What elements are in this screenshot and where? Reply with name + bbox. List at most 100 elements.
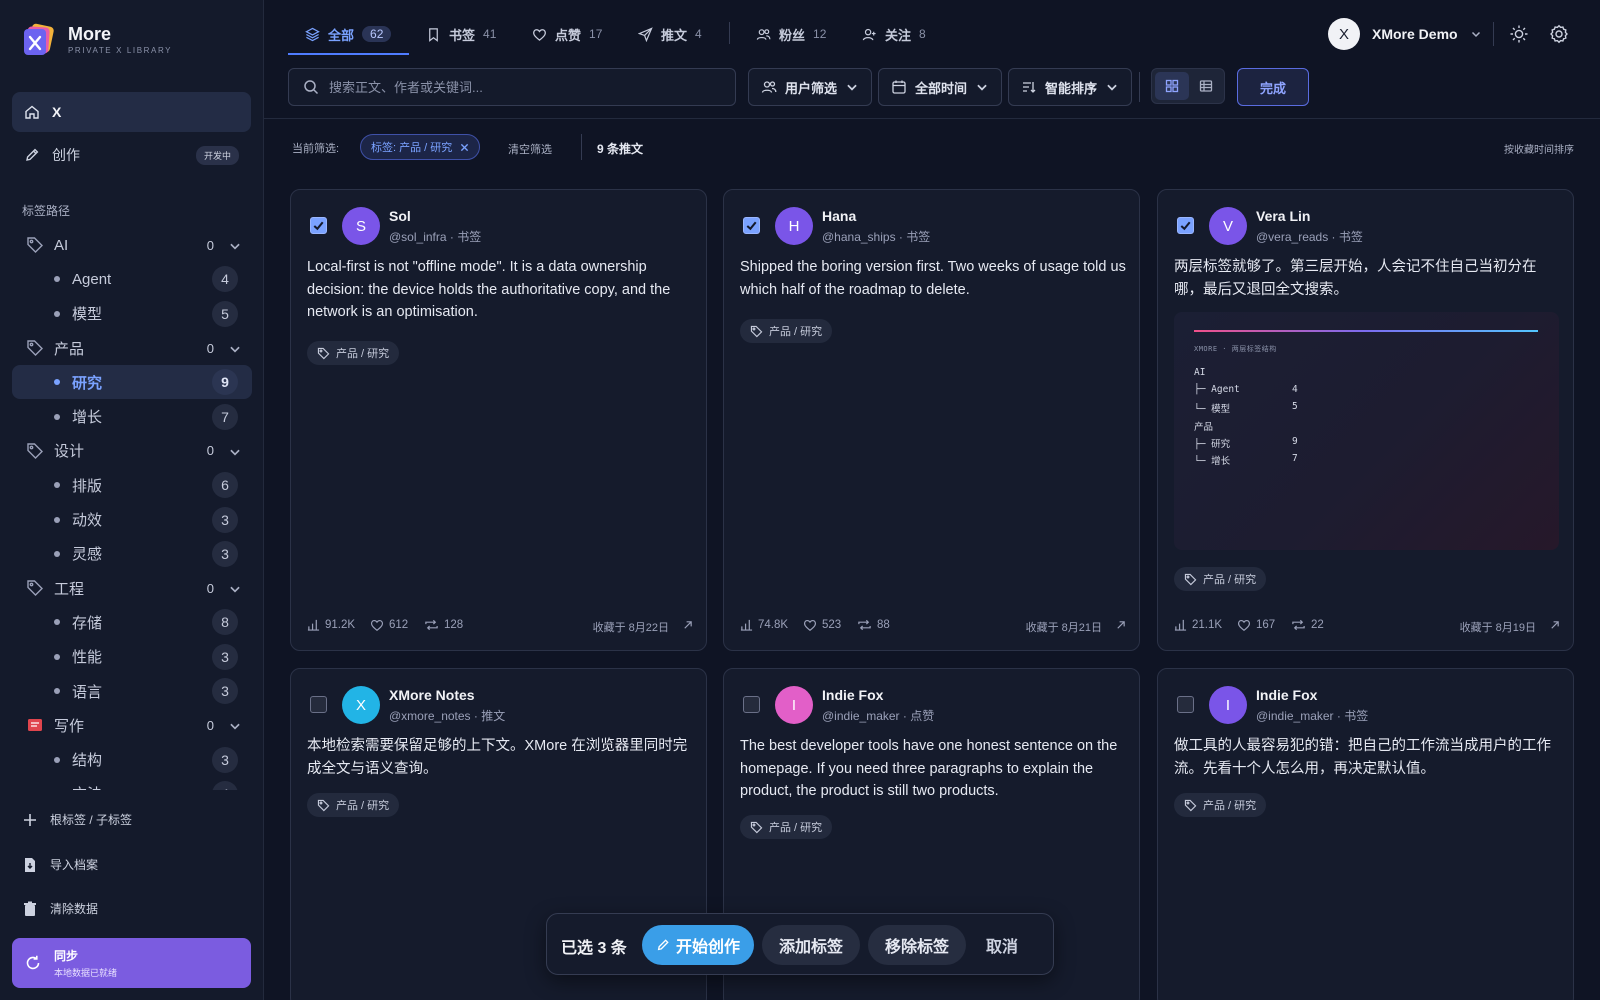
add-tag-link[interactable]: 根标签 / 子标签 <box>22 811 132 828</box>
tag-pill[interactable]: 产品 / 研究 <box>1174 793 1267 817</box>
remove-tag-button[interactable]: 移除标签 <box>868 925 966 965</box>
pen-icon <box>657 939 669 951</box>
search-input[interactable] <box>329 79 709 95</box>
tag-pill[interactable]: 产品 / 研究 <box>307 793 400 817</box>
tag-group-row[interactable]: 产品 0 <box>12 331 252 365</box>
tag-pill[interactable]: 产品 / 研究 <box>740 319 833 343</box>
select-checkbox[interactable] <box>743 696 760 713</box>
tab-user-follow[interactable]: 关注 8 <box>862 24 926 44</box>
grid-view-button[interactable] <box>1155 72 1189 100</box>
tab-send[interactable]: 推文 4 <box>638 24 702 44</box>
preview-line-value: 9 <box>1292 435 1298 447</box>
tweet-card[interactable]: S Sol @sol_infra · 书签 Local-first is not "o… <box>290 189 707 651</box>
avatar[interactable]: X <box>342 686 380 724</box>
open-external-icon[interactable] <box>682 620 693 631</box>
tag-pill[interactable]: 产品 / 研究 <box>740 815 833 839</box>
tag-pill-label: 产品 / 研究 <box>1203 800 1257 812</box>
avatar[interactable]: H <box>775 207 813 245</box>
tag-item-row[interactable]: 动效 3 <box>12 502 252 536</box>
select-checkbox[interactable] <box>1177 217 1194 234</box>
list-view-button[interactable] <box>1189 72 1223 100</box>
tab-separator <box>729 22 730 44</box>
active-filter-chip[interactable]: 标签: 产品 / 研究 <box>360 134 481 160</box>
tag-item-row[interactable]: Agent 4 <box>12 262 252 296</box>
bookmark-icon <box>426 27 441 42</box>
tag-group-row[interactable]: AI 0 <box>12 228 252 262</box>
author-name[interactable]: Hana <box>822 208 856 224</box>
open-external-icon[interactable] <box>1549 620 1560 631</box>
tweet-text: The best developer tools have one honest… <box>740 738 1118 799</box>
avatar[interactable]: S <box>342 207 380 245</box>
chevron-down-icon[interactable] <box>228 342 242 356</box>
tab-label: 关注 <box>885 27 912 43</box>
header-divider <box>264 118 1600 119</box>
tag-item-row[interactable]: 结构 3 <box>12 742 252 776</box>
sort-note[interactable]: 按收藏时间排序 <box>1504 141 1574 156</box>
preview-line-label: └─ 增长 <box>1194 455 1231 467</box>
search-field[interactable] <box>288 68 736 106</box>
time-filter-dropdown[interactable]: 全部时间 <box>878 68 1003 106</box>
clear-filter-link[interactable]: 清空筛选 <box>508 141 552 157</box>
chevron-down-icon[interactable] <box>228 582 242 596</box>
tag-group-row[interactable]: 设计 0 <box>12 434 252 468</box>
import-archive-link[interactable]: 导入档案 <box>22 856 98 873</box>
done-button[interactable]: 完成 <box>1237 68 1309 106</box>
tag-item-row[interactable]: 方法 4 <box>12 777 252 790</box>
media-preview[interactable]: XMORE · 两层标签结构 AI ├─ Agent 4 └─ 模型 5 产品 ├─ 研究 9 └… <box>1174 312 1559 550</box>
author-name[interactable]: XMore Notes <box>389 687 475 703</box>
tweet-metrics: 91.2K 612 128 收藏于 8月22日 <box>307 618 693 634</box>
nav-item-x[interactable]: X <box>12 92 251 132</box>
tag-item-row[interactable]: 性能 3 <box>12 640 252 674</box>
tag-group-row[interactable]: 工程 0 <box>12 571 252 605</box>
chevron-down-icon[interactable] <box>228 719 242 733</box>
tag-item-row[interactable]: 排版 6 <box>12 468 252 502</box>
sort-dropdown[interactable]: 智能排序 <box>1008 68 1133 106</box>
tag-item-row[interactable]: 模型 5 <box>12 297 252 331</box>
start-create-button[interactable]: 开始创作 <box>642 925 754 965</box>
nav-item-create[interactable]: 创作 开发中 <box>12 135 251 175</box>
select-checkbox[interactable] <box>310 217 327 234</box>
author-name[interactable]: Vera Lin <box>1256 208 1310 224</box>
sync-button[interactable]: 同步 本地数据已就绪 <box>12 938 251 988</box>
tag-group-label: 写作 <box>54 717 85 735</box>
gear-icon[interactable] <box>1549 24 1569 44</box>
chevron-down-icon[interactable] <box>228 445 242 459</box>
author-name[interactable]: Sol <box>389 208 411 224</box>
tag-item-row[interactable]: 研究 9 <box>12 365 252 400</box>
tweet-card[interactable]: H Hana @hana_ships · 书签 Shipped the boring … <box>723 189 1140 651</box>
select-checkbox[interactable] <box>743 217 760 234</box>
tab-layers[interactable]: 全部 62 <box>305 24 392 44</box>
open-external-icon[interactable] <box>1115 620 1126 631</box>
brand[interactable]: More PRIVATE X LIBRARY <box>22 22 172 56</box>
avatar[interactable]: V <box>1209 207 1247 245</box>
tweet-card[interactable]: V Vera Lin @vera_reads · 书签 两层标签就够了。第三层开始，人… <box>1157 189 1574 651</box>
user-filter-dropdown[interactable]: 用户筛选 <box>748 68 873 106</box>
tag-item-row[interactable]: 语言 3 <box>12 674 252 708</box>
tag-item-row[interactable]: 存储 8 <box>12 605 252 639</box>
cancel-button[interactable]: 取消 <box>967 925 1037 965</box>
tag-pill[interactable]: 产品 / 研究 <box>307 341 400 365</box>
sun-icon[interactable] <box>1509 24 1529 44</box>
avatar[interactable]: I <box>775 686 813 724</box>
tag-pill-label: 产品 / 研究 <box>1203 574 1257 586</box>
close-icon[interactable] <box>460 143 469 152</box>
plus-icon <box>24 813 36 826</box>
tag-item-row[interactable]: 增长 7 <box>12 399 252 433</box>
tag-item-row[interactable]: 灵感 3 <box>12 537 252 571</box>
clear-data-link[interactable]: 清除数据 <box>22 900 98 917</box>
select-checkbox[interactable] <box>1177 696 1194 713</box>
user-menu[interactable]: X XMore Demo <box>1328 18 1482 50</box>
avatar[interactable]: I <box>1209 686 1247 724</box>
tweet-card[interactable]: I Indie Fox @indie_maker · 书签 做工具的人最容易犯的错：把… <box>1157 668 1574 1000</box>
author-name[interactable]: Indie Fox <box>822 687 883 703</box>
chevron-down-icon[interactable] <box>228 239 242 253</box>
add-tag-button[interactable]: 添加标签 <box>762 925 860 965</box>
tab-heart[interactable]: 点赞 17 <box>532 24 602 44</box>
select-checkbox[interactable] <box>310 696 327 713</box>
tab-bookmark[interactable]: 书签 41 <box>426 24 496 44</box>
tab-users[interactable]: 粉丝 12 <box>756 24 826 44</box>
tag-group-row[interactable]: 写作 0 <box>12 708 252 742</box>
author-name[interactable]: Indie Fox <box>1256 687 1317 703</box>
tag-pill[interactable]: 产品 / 研究 <box>1174 567 1267 591</box>
tag-icon <box>750 821 763 833</box>
